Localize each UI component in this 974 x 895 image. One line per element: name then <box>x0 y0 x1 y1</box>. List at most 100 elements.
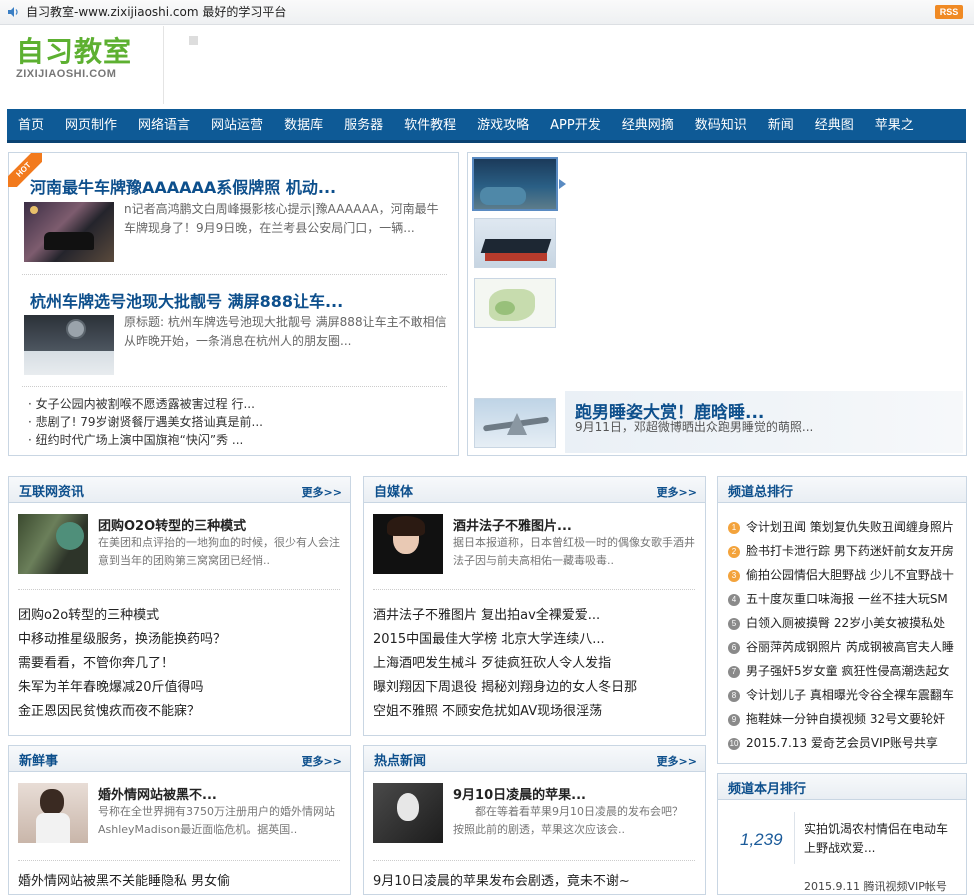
rank-text: 男子强奸5岁女童 疯狂性侵高潮迭起女 <box>746 664 950 678</box>
nav-item-net-language[interactable]: 网络语言 <box>127 109 200 140</box>
fresh-news-header: 新鲜事 更多>> <box>9 746 350 772</box>
rank-text: 令计划丑闻 策划复仇失败丑闻缠身照片 <box>746 520 954 534</box>
hot-news-feature-desc: 都在等着看苹果9月10日凌晨的发布会吧？ 按照此前的剧透，苹果这次应该会.. <box>453 805 705 836</box>
headline-summary-2: 原标题: 杭州车牌选号池现大批靓号 满屏888让车主不敢相信 从昨晚开始，一条消… <box>124 315 471 348</box>
nav-item-apple[interactable]: 苹果之 <box>864 109 924 140</box>
ranking-item[interactable]: 2 脸书打卡泄行踪 男下药迷奸前女友开房 <box>728 542 954 559</box>
headline-thumb-1[interactable] <box>24 202 114 262</box>
monthly-ranking-header: 频道本月排行 <box>718 774 966 800</box>
ranking-item[interactable]: 9 拖鞋妹一分钟自摸视频 32号文要轮奸 <box>728 710 945 727</box>
self-media-list-item[interactable]: 2015中国最佳大学榜 北京大学连续八... <box>373 628 605 652</box>
nav-item-app[interactable]: APP开发 <box>539 109 611 140</box>
rank-text: 拖鞋妹一分钟自摸视频 32号文要轮奸 <box>746 712 946 726</box>
rank-number-badge: 3 <box>728 570 740 582</box>
ranking-item[interactable]: 5 白领入厕被摸臀 22岁小美女被摸私处 <box>728 614 945 631</box>
rank-text: 偷拍公园情侣大胆野战 少儿不宜野战十 <box>746 568 954 582</box>
self-media-header: 自媒体 更多>> <box>364 477 705 503</box>
fresh-news-title: 新鲜事 <box>19 754 59 769</box>
nav-item-software[interactable]: 软件教程 <box>393 109 466 140</box>
nav-item-news[interactable]: 新闻 <box>757 109 804 140</box>
self-media-feature-title[interactable]: 酒井法子不雅图片... <box>453 515 572 534</box>
ranking-item[interactable]: 10 2015.7.13 爱奇艺会员VIP账号共享 <box>728 734 938 751</box>
active-slide-arrow-icon <box>559 179 566 189</box>
slide-thumb-3[interactable] <box>474 278 556 328</box>
ranking-item[interactable]: 4 五十度灰重口味海报 一丝不挂大玩SM <box>728 590 948 607</box>
fresh-feature-title[interactable]: 婚外情网站被黑不... <box>98 784 217 803</box>
slide-thumb-2[interactable] <box>474 218 556 268</box>
monthly-next-item[interactable]: 2015.9.11 腾讯视频VIP帐号 <box>804 878 947 894</box>
nav-item-home[interactable]: 首页 <box>7 109 54 140</box>
nav-item-database[interactable]: 数据库 <box>273 109 333 140</box>
rank-number-badge: 5 <box>728 618 740 630</box>
self-media-list-item[interactable]: 曝刘翔因下周退役 揭秘刘翔身边的女人冬日那 <box>373 676 637 700</box>
internet-news-header: 互联网资讯 更多>> <box>9 477 350 503</box>
slide-main-image[interactable] <box>474 398 556 448</box>
internet-news-more-link[interactable]: 更多>> <box>302 484 342 500</box>
rank-text: 白领入厕被摸臀 22岁小美女被摸私处 <box>746 616 946 630</box>
rank-number-badge: 1 <box>728 522 740 534</box>
self-media-more-link[interactable]: 更多>> <box>657 484 697 500</box>
ranking-item[interactable]: 7 男子强奸5岁女童 疯狂性侵高潮迭起女 <box>728 662 949 679</box>
ranking-item[interactable]: 3 偷拍公园情侣大胆野战 少儿不宜野战十 <box>728 566 954 583</box>
channel-ranking-title: 频道总排行 <box>728 485 794 500</box>
nav-item-digital[interactable]: 数码知识 <box>684 109 757 140</box>
rank-text: 2015.7.13 爱奇艺会员VIP账号共享 <box>746 736 938 750</box>
internet-list-item[interactable]: 金正恩因民贫愧疚而夜不能寐？ <box>18 700 200 724</box>
self-media-list-item[interactable]: 上海酒吧发生械斗 歹徒疯狂砍人令人发指 <box>373 652 611 676</box>
ranking-item[interactable]: 8 令计划儿子 真相曝光令谷全裸车震翻车 <box>728 686 954 703</box>
nav-item-classic-digest[interactable]: 经典网摘 <box>611 109 684 140</box>
hot-news-header: 热点新闻 更多>> <box>364 746 705 772</box>
site-logo[interactable]: 自习教室 ZIXIJIAOSHI.COM <box>16 36 132 81</box>
internet-feature-title[interactable]: 团购O2O转型的三种模式 <box>98 515 246 534</box>
monthly-count: 1,239 <box>740 830 783 849</box>
monthly-ranking-title: 频道本月排行 <box>728 782 807 797</box>
rank-text: 五十度灰重口味海报 一丝不挂大玩SM <box>746 592 948 606</box>
nav-item-classic-pics[interactable]: 经典图 <box>804 109 864 140</box>
headline-list-item[interactable]: · 女子公园内被割喉不愿透露被害过程 行... <box>28 395 255 414</box>
self-media-title: 自媒体 <box>374 485 414 500</box>
rank-number-badge: 4 <box>728 594 740 606</box>
nav-item-games[interactable]: 游戏攻略 <box>466 109 539 140</box>
fresh-news-more-link[interactable]: 更多>> <box>302 753 342 769</box>
nav-item-web-design[interactable]: 网页制作 <box>54 109 127 140</box>
logo-text-en: ZIXIJIAOSHI.COM <box>16 68 117 80</box>
site-tagline: 自习教室-www.zixijiaoshi.com 最好的学习平台 <box>26 5 287 19</box>
hot-news-more-link[interactable]: 更多>> <box>657 753 697 769</box>
self-media-feature-thumb[interactable] <box>373 514 443 574</box>
headline-title-1[interactable]: 河南最牛车牌豫AAAAAA系假牌照 机动... <box>30 174 336 198</box>
divider <box>22 274 447 275</box>
ranking-item[interactable]: 6 谷丽萍芮成钢照片 芮成钢被高官夫人睡 <box>728 638 954 655</box>
divider <box>22 386 447 387</box>
ranking-item[interactable]: 1 令计划丑闻 策划复仇失败丑闻缠身照片 <box>728 518 954 535</box>
headline-thumb-2[interactable] <box>24 315 114 375</box>
nav-item-server[interactable]: 服务器 <box>333 109 393 140</box>
divider <box>18 860 340 861</box>
hot-news-feature-thumb[interactable] <box>373 783 443 843</box>
hot-news-title: 热点新闻 <box>374 754 427 769</box>
internet-list-item[interactable]: 团购o2o转型的三种模式 <box>18 604 159 628</box>
fresh-feature-thumb[interactable] <box>18 783 88 843</box>
internet-list-item[interactable]: 中移动推星级服务，换汤能换药吗？ <box>18 628 226 652</box>
hot-news-feature-title[interactable]: 9月10日凌晨的苹果... <box>453 784 586 803</box>
rank-number-badge: 6 <box>728 642 740 654</box>
self-media-list-item[interactable]: 空姐不雅照 不顾安危扰如AV现场很淫荡 <box>373 700 602 724</box>
rank-number-badge: 10 <box>728 738 740 750</box>
rank-number-badge: 7 <box>728 666 740 678</box>
headline-list-item[interactable]: · 悲剧了! 79岁谢贤餐厅遇美女搭讪真是前... <box>28 413 263 432</box>
internet-list-item[interactable]: 朱军为羊年春晚爆减20斤值得吗 <box>18 676 204 700</box>
headline-title-2[interactable]: 杭州车牌选号池现大批靓号 满屏888让车... <box>30 288 343 312</box>
monthly-item[interactable]: 实拍饥渴农村情侣在电动车上野战欢爱... <box>804 820 956 858</box>
rss-button[interactable]: RSS <box>935 5 963 19</box>
channel-ranking-header: 频道总排行 <box>718 477 966 503</box>
header-placeholder-image <box>189 36 198 45</box>
fresh-list-item[interactable]: 婚外情网站被黑不关能睡隐私 男女偷 <box>18 870 230 894</box>
headline-list-item[interactable]: · 纽约时代广场上演中国旗袍“快闪”秀 ... <box>28 431 243 450</box>
self-media-list-item[interactable]: 酒井法子不雅图片 复出拍av全裸爱爱... <box>373 604 600 628</box>
slide-thumb-1[interactable] <box>472 157 558 211</box>
headline-summary-1: n记者高鸿鹏文白周峰摄影核心提示|豫AAAAAA，河南最牛车牌现身了！9月9日晚… <box>124 202 439 235</box>
self-media-feature-desc: 据日本报道称，日本曾红极一时的偶像女歌手酒井法子因与前夫高相佑一藏毒吸毒.. <box>453 536 695 567</box>
nav-item-site-ops[interactable]: 网站运营 <box>200 109 273 140</box>
hot-news-list-item[interactable]: 9月10日凌晨的苹果发布会剧透，竟未不谢~ <box>373 870 630 894</box>
internet-feature-thumb[interactable] <box>18 514 88 574</box>
internet-list-item[interactable]: 需要看看，不管你奔几了！ <box>18 652 174 676</box>
